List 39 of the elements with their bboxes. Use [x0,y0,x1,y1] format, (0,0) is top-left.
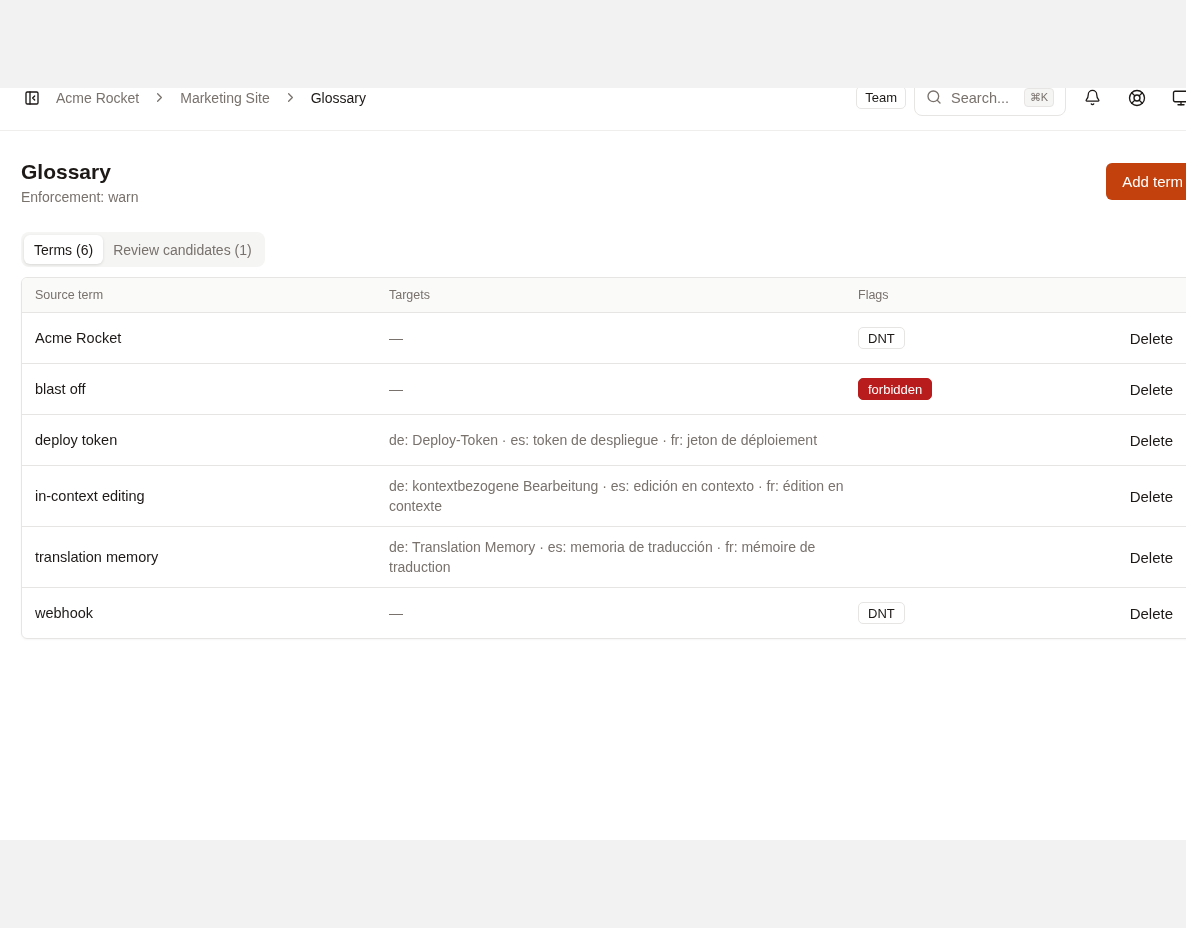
add-term-button[interactable]: Add term [1106,163,1186,200]
breadcrumb-item[interactable]: Marketing Site [180,89,270,106]
delete-button[interactable]: Delete [1117,481,1185,511]
table-cell-text: — [389,604,403,623]
table-cell-text: de: Translation Memory · es: memoria de traducción · fr: mémoire de traduction [389,538,817,577]
table-cell-text: — [389,380,403,399]
shortcut-key: ⌘K [1023,88,1054,107]
delete-button[interactable]: Delete [1117,374,1185,404]
tab[interactable]: Review candidates (1) [103,235,262,264]
bell-icon[interactable] [1084,89,1101,106]
table-cell-text: in-context editing [35,487,145,506]
enforcement-label: Enforcement: warn [21,188,139,206]
tab[interactable]: Terms (6) [24,235,104,264]
flag-badge: DNT [858,602,905,624]
flag-badge: forbidden [858,378,933,400]
delete-button[interactable]: Delete [1117,323,1185,353]
page-title: Glossary [21,159,112,185]
table-cell-text: webhook [35,604,94,623]
column-header: Flags [858,288,889,302]
table-cell-text: Acme Rocket [35,329,122,348]
table-cell-text: blast off [35,380,86,399]
breadcrumb-item[interactable]: Acme Rocket [56,89,140,106]
table-cell-text: de: Deploy-Token · es: token de despliegue · fr: jeton de déploiement [389,431,818,450]
delete-button[interactable]: Delete [1117,425,1185,455]
delete-button[interactable]: Delete [1117,542,1185,572]
lifebuoy-icon[interactable] [1128,88,1146,107]
delete-button[interactable]: Delete [1117,598,1185,628]
flag-badge: DNT [858,327,905,349]
table-cell-text: de: kontextbezogene Bearbeitung · es: edición en contexto · fr: édition en contexte [389,477,845,516]
column-header: Source term [35,288,104,302]
table-cell-text: — [389,329,403,348]
breadcrumb-item: Glossary [310,89,366,106]
monitor-icon[interactable] [1172,88,1186,107]
search-icon [926,89,942,105]
team-button[interactable]: Team [856,88,906,109]
column-header: Targets [389,288,430,302]
table-cell-text: translation memory [35,548,159,567]
panel-left-icon[interactable] [24,89,40,106]
table-cell-text: deploy token [35,431,118,450]
